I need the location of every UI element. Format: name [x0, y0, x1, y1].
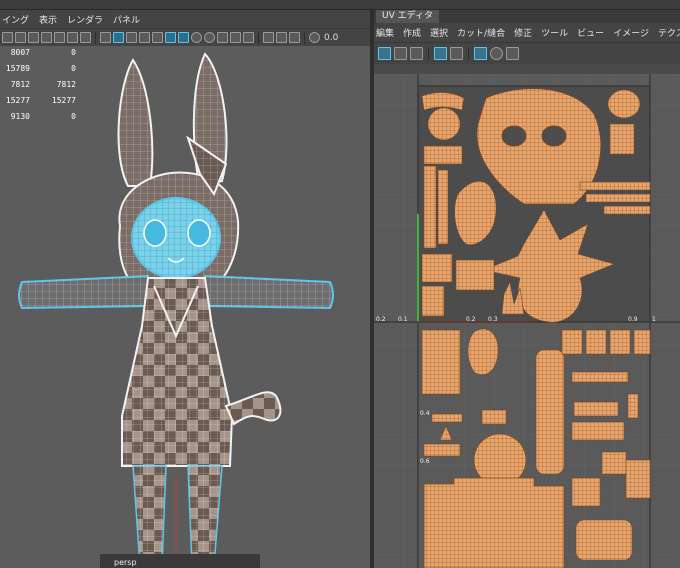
- uv-tick-label: 0.1: [398, 316, 408, 323]
- uv-menu-edit[interactable]: 編集: [376, 26, 394, 39]
- toolbar-separator: [304, 31, 305, 44]
- wireframe-icon[interactable]: [100, 32, 111, 43]
- uv-menu-image[interactable]: イメージ: [613, 26, 649, 39]
- uv-editor-tab[interactable]: UV エディタ: [376, 10, 439, 23]
- viewport-menubar: イング 表示 レンダラ パネル: [0, 10, 370, 28]
- film-gate-icon[interactable]: [15, 32, 26, 43]
- xray-active-icon[interactable]: [289, 32, 300, 43]
- uv-editor-tabbar: UV エディタ: [374, 10, 680, 23]
- antialiasing-icon[interactable]: [230, 32, 241, 43]
- uv-menu-tools[interactable]: ツール: [541, 26, 568, 39]
- toolbar-separator: [428, 47, 429, 60]
- uv-menu-view[interactable]: ビュー: [577, 26, 604, 39]
- perspective-viewport[interactable]: 8007 0 15789 0 7812 7812 15277 15277 9130 0 p…: [0, 46, 370, 568]
- isolate-select-icon[interactable]: [263, 32, 274, 43]
- uv-menu-textures[interactable]: テクスチャ: [658, 26, 680, 39]
- camera-label: persp: [114, 558, 137, 567]
- uv-editor-toolbar: [374, 42, 680, 64]
- poly-count-hud: 8007 0 15789 0 7812 7812 15277 15277 9130 0: [0, 48, 90, 128]
- hud-row-uvs: 9130 0: [10, 112, 76, 121]
- depth-of-field-icon[interactable]: [243, 32, 254, 43]
- viewport-panel: イング 表示 レンダラ パネル 0.0 8007 0 15789 0 7812 …: [0, 10, 370, 568]
- wireframe-on-shaded-icon[interactable]: [139, 32, 150, 43]
- uv-editor-subbar: [374, 64, 680, 74]
- hud-row-verts: 8007 0: [10, 48, 76, 57]
- uv-tick-label: 0.4: [420, 410, 430, 417]
- application-top-strip: [0, 0, 680, 10]
- gate-mask-icon[interactable]: [41, 32, 52, 43]
- xray-icon[interactable]: [165, 32, 176, 43]
- uv-snapshot-icon[interactable]: [506, 47, 519, 60]
- toolbar-separator: [468, 47, 469, 60]
- uv-editor-menubar: 編集 作成 選択 カット/縫合 修正 ツール ビュー イメージ テクスチャ: [374, 23, 680, 42]
- uv-menu-modify[interactable]: 修正: [514, 26, 532, 39]
- lights-icon[interactable]: [178, 32, 189, 43]
- grid-icon[interactable]: [2, 32, 13, 43]
- toolbar-separator: [258, 31, 259, 44]
- menu-panels[interactable]: パネル: [113, 13, 140, 26]
- uv-menu-create[interactable]: 作成: [403, 26, 421, 39]
- motion-blur-icon[interactable]: [217, 32, 228, 43]
- exposure-value[interactable]: 0.0: [324, 33, 338, 43]
- resolution-gate-icon[interactable]: [28, 32, 39, 43]
- menu-show[interactable]: 表示: [39, 13, 57, 26]
- uv-image-icon[interactable]: [450, 47, 463, 60]
- uv-menu-select[interactable]: 選択: [430, 26, 448, 39]
- uv-border-icon[interactable]: [474, 47, 487, 60]
- uv-canvas[interactable]: 0.2 0.1 0.2 0.3 0.9 1 0.6 0.4: [374, 74, 680, 568]
- uv-menu-cut-sew[interactable]: カット/縫合: [457, 26, 505, 39]
- uv-tick-label: 0.6: [420, 458, 430, 465]
- hud-row-tris: 15277 15277: [5, 96, 76, 105]
- hud-row-faces: 7812 7812: [10, 80, 76, 89]
- default-material-icon[interactable]: [126, 32, 137, 43]
- shadows-icon[interactable]: [191, 32, 202, 43]
- uv-tick-label: 0.2: [466, 316, 476, 323]
- field-chart-icon[interactable]: [54, 32, 65, 43]
- safe-action-icon[interactable]: [67, 32, 78, 43]
- xray-joints-icon[interactable]: [276, 32, 287, 43]
- uv-checker-icon[interactable]: [434, 47, 447, 60]
- hud-row-edges: 15789 0: [5, 64, 76, 73]
- smooth-shade-icon[interactable]: [113, 32, 124, 43]
- viewport-toolbar: 0.0: [0, 28, 370, 46]
- ambient-occlusion-icon[interactable]: [204, 32, 215, 43]
- toolbar-separator: [95, 31, 96, 44]
- uv-shaded-icon[interactable]: [394, 47, 407, 60]
- uv-tick-label: 0.2: [376, 316, 386, 323]
- uv-tick-label: 1: [652, 316, 656, 323]
- uv-distortion-icon[interactable]: [410, 47, 423, 60]
- menu-lighting[interactable]: イング: [2, 13, 29, 26]
- exposure-icon[interactable]: [309, 32, 320, 43]
- uv-tick-label: 0.9: [628, 316, 638, 323]
- menu-renderer[interactable]: レンダラ: [67, 13, 103, 26]
- uv-tick-label: 0.3: [488, 316, 498, 323]
- uv-dim-image-icon[interactable]: [490, 47, 503, 60]
- uv-editor-panel: UV エディタ 編集 作成 選択 カット/縫合 修正 ツール ビュー イメージ …: [374, 10, 680, 568]
- textured-icon[interactable]: [152, 32, 163, 43]
- safe-title-icon[interactable]: [80, 32, 91, 43]
- uv-grid-icon[interactable]: [378, 47, 391, 60]
